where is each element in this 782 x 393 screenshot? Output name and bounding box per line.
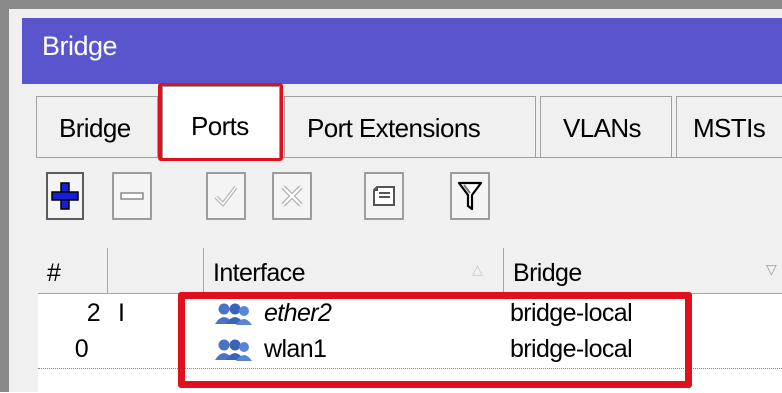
row-flag: I [118,299,125,327]
column-header-interface[interactable]: Interface △ [204,248,504,294]
enable-button[interactable] [206,172,246,220]
column-header-bridge-label: Bridge [513,259,582,287]
tab-bridge-label: Bridge [59,113,131,143]
column-header-number-label: # [47,259,61,287]
tab-ports[interactable]: Ports [162,86,280,158]
plus-icon [51,182,79,210]
column-menu-icon: ▽ [766,261,777,277]
disable-button[interactable] [272,172,312,220]
row-number: 0 [74,335,88,363]
column-header-number[interactable]: # [38,248,108,294]
window-titlebar[interactable]: Bridge [22,18,782,84]
comment-button[interactable] [364,172,404,220]
rows-highlight [178,292,692,388]
tab-vlans[interactable]: VLANs [540,96,672,158]
column-header-interface-label: Interface [213,259,305,287]
filter-icon [457,181,483,211]
window-title: Bridge [42,31,118,61]
column-header-flags[interactable] [108,248,204,294]
minus-icon [120,192,144,200]
tab-port-extensions[interactable]: Port Extensions [284,96,536,158]
tab-mstis[interactable]: MSTIs [676,96,782,158]
tab-mstis-label: MSTIs [693,113,766,143]
remove-button[interactable] [112,172,152,220]
comment-icon [373,186,395,206]
check-icon [214,185,238,208]
tab-vlans-label: VLANs [563,113,642,143]
tab-port-extensions-label: Port Extensions [307,113,481,143]
row-number: 2 [86,299,100,327]
sort-ascending-icon: △ [472,261,483,277]
column-header-bridge[interactable]: Bridge ▽ [504,248,782,294]
tab-strip-divider [36,157,782,158]
tab-bridge[interactable]: Bridge [36,96,158,158]
add-button[interactable] [46,172,84,220]
tab-ports-label: Ports [191,111,249,141]
cross-icon [281,185,303,207]
row-flag [118,332,148,367]
filter-button[interactable] [450,172,490,220]
